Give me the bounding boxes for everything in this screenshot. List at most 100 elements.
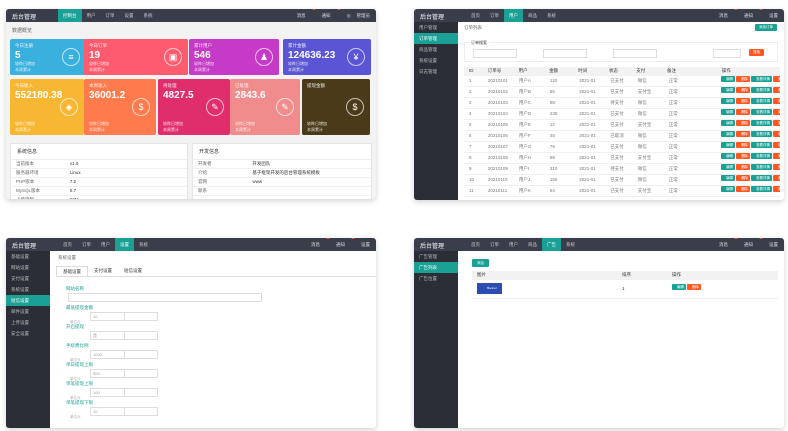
more-button[interactable]: 更多 — [773, 109, 781, 115]
detail-button[interactable]: 查看详情 — [751, 98, 773, 104]
sidebar-item[interactable]: 用户管理 — [414, 22, 458, 33]
messages-link[interactable]: 消息 — [297, 9, 306, 22]
sidebar-item[interactable]: 广告列表 — [414, 262, 458, 273]
settings-link[interactable]: 设置 — [361, 238, 370, 251]
edit-button[interactable]: 编辑 — [721, 175, 736, 181]
nav-item[interactable]: 用户 — [82, 9, 101, 22]
order-number-input[interactable] — [473, 49, 517, 58]
nav-item[interactable]: 用户 — [504, 238, 523, 251]
tab-sms[interactable]: 短信设置 — [118, 266, 148, 276]
sidebar-item[interactable]: 订单管理 — [414, 33, 458, 44]
status-select[interactable] — [713, 49, 741, 58]
sidebar-item[interactable]: 安全设置 — [6, 328, 50, 339]
nav-item[interactable]: 设置 — [115, 238, 134, 251]
more-button[interactable]: 更多 — [773, 164, 781, 170]
more-button[interactable]: 更多 — [773, 131, 781, 137]
nav-item[interactable]: 系统 — [561, 238, 580, 251]
edit-button[interactable]: 编辑 — [721, 153, 736, 159]
delete-button[interactable]: 删除 — [736, 87, 751, 93]
sidebar-item[interactable]: 广告管理 — [414, 251, 458, 262]
notices-link[interactable]: 通知 — [744, 9, 753, 22]
delete-button[interactable]: 删除 — [736, 120, 751, 126]
edit-button[interactable]: 编辑 — [721, 109, 736, 115]
nav-item[interactable]: 系统 — [542, 9, 561, 22]
tab-payment[interactable]: 支付设置 — [88, 266, 118, 276]
detail-button[interactable]: 查看详情 — [751, 109, 773, 115]
messages-link[interactable]: 消息 — [311, 238, 320, 251]
field-input[interactable] — [68, 293, 262, 302]
delete-button[interactable]: 删除 — [736, 142, 751, 148]
delete-button[interactable]: 删除 — [736, 175, 751, 181]
delete-button[interactable]: 删除 — [736, 164, 751, 170]
tab-basic[interactable]: 基础设置 — [56, 266, 88, 276]
settings-link[interactable]: 设置 — [769, 9, 778, 22]
detail-button[interactable]: 查看详情 — [751, 87, 773, 93]
more-button[interactable]: 更多 — [773, 87, 781, 93]
more-button[interactable]: 更多 — [773, 120, 781, 126]
nav-item[interactable]: 首页 — [466, 238, 485, 251]
messages-link[interactable]: 消息 — [719, 9, 728, 22]
detail-button[interactable]: 查看详情 — [751, 175, 773, 181]
detail-button[interactable]: 查看详情 — [751, 164, 773, 170]
nav-item[interactable]: 商品 — [523, 238, 542, 251]
sidebar-item[interactable]: 上传设置 — [6, 317, 50, 328]
user-input[interactable] — [543, 49, 587, 58]
nav-item[interactable]: 订单 — [485, 9, 504, 22]
detail-button[interactable]: 查看详情 — [751, 186, 773, 192]
ad-thumbnail[interactable]: Banner — [477, 283, 502, 295]
nav-item[interactable]: 首页 — [58, 238, 77, 251]
detail-button[interactable]: 查看详情 — [751, 76, 773, 82]
nav-item[interactable]: 广告 — [542, 238, 561, 251]
stat-card[interactable]: 累计用户 546 较昨日增加 本周累计 ♟ — [189, 39, 279, 75]
more-button[interactable]: 更多 — [773, 142, 781, 148]
stat-card[interactable]: 今日注册 5 较昨日增加 本周累计 ≡ — [10, 39, 86, 75]
more-button[interactable]: 更多 — [773, 98, 781, 104]
delete-button[interactable]: 删除 — [736, 131, 751, 137]
field-input-secondary[interactable] — [124, 407, 158, 416]
detail-button[interactable]: 查看详情 — [751, 131, 773, 137]
edit-button[interactable]: 编辑 — [721, 186, 736, 192]
delete-button[interactable]: 删除 — [736, 109, 751, 115]
sidebar-item[interactable]: 短信设置 — [6, 295, 50, 306]
field-input-secondary[interactable] — [124, 312, 158, 321]
settings-link[interactable]: 设置 — [769, 238, 778, 251]
delete-button[interactable]: 删除 — [736, 98, 751, 104]
nav-item[interactable]: 系统 — [134, 238, 153, 251]
stat-card[interactable]: 累计金额 124636.23 较昨日增加 本周累计 ¥ — [283, 39, 371, 75]
settings-icon[interactable]: ◎ — [347, 9, 351, 22]
field-input-secondary[interactable] — [124, 388, 158, 397]
more-button[interactable]: 更多 — [773, 175, 781, 181]
sidebar-item[interactable]: 邮件设置 — [6, 306, 50, 317]
stat-card[interactable]: 已处理 2843.6 较昨日增加 本周累计 ✎ — [230, 79, 300, 135]
field-input-secondary[interactable] — [124, 369, 158, 378]
nav-item[interactable]: 首页 — [466, 9, 485, 22]
sidebar-item[interactable]: 商品管理 — [414, 44, 458, 55]
detail-button[interactable]: 查看详情 — [751, 120, 773, 126]
detail-button[interactable]: 查看详情 — [751, 142, 773, 148]
more-button[interactable]: 更多 — [773, 186, 781, 192]
sidebar-item[interactable]: 广告位置 — [414, 273, 458, 284]
nav-item[interactable]: 用户 — [504, 9, 523, 22]
messages-link[interactable]: 消息 — [719, 238, 728, 251]
stat-card[interactable]: 提现金额 较昨日增加 本周累计 $ — [302, 79, 370, 135]
notices-link[interactable]: 通知 — [322, 9, 331, 22]
sidebar-item[interactable]: 支付设置 — [6, 273, 50, 284]
stat-card[interactable]: 待处理 4827.5 较昨日增加 本周累计 ✎ — [158, 79, 230, 135]
nav-item[interactable]: 用户 — [96, 238, 115, 251]
edit-button[interactable]: 编辑 — [721, 87, 736, 93]
nav-item[interactable]: 控制台 — [58, 9, 82, 22]
search-button[interactable]: 搜索 — [749, 49, 764, 56]
stat-card[interactable]: 今日订单 19 较昨日增加 本周累计 ▣ — [84, 39, 188, 75]
stat-card[interactable]: 本周收入 36001.2 较昨日增加 本周累计 $ — [84, 79, 156, 135]
delete-button[interactable]: 删除 — [687, 284, 701, 290]
add-order-button[interactable]: 添加订单 — [755, 24, 777, 31]
sidebar-item[interactable]: 系统设置 — [6, 284, 50, 295]
edit-button[interactable]: 编辑 — [721, 131, 736, 137]
delete-button[interactable]: 删除 — [736, 153, 751, 159]
delete-button[interactable]: 删除 — [736, 186, 751, 192]
user-menu[interactable]: 管理员 — [357, 9, 371, 22]
edit-button[interactable]: 编辑 — [721, 98, 736, 104]
sidebar-item[interactable]: 日志管理 — [414, 66, 458, 77]
nav-item[interactable]: 订单 — [485, 238, 504, 251]
notices-link[interactable]: 通知 — [336, 238, 345, 251]
